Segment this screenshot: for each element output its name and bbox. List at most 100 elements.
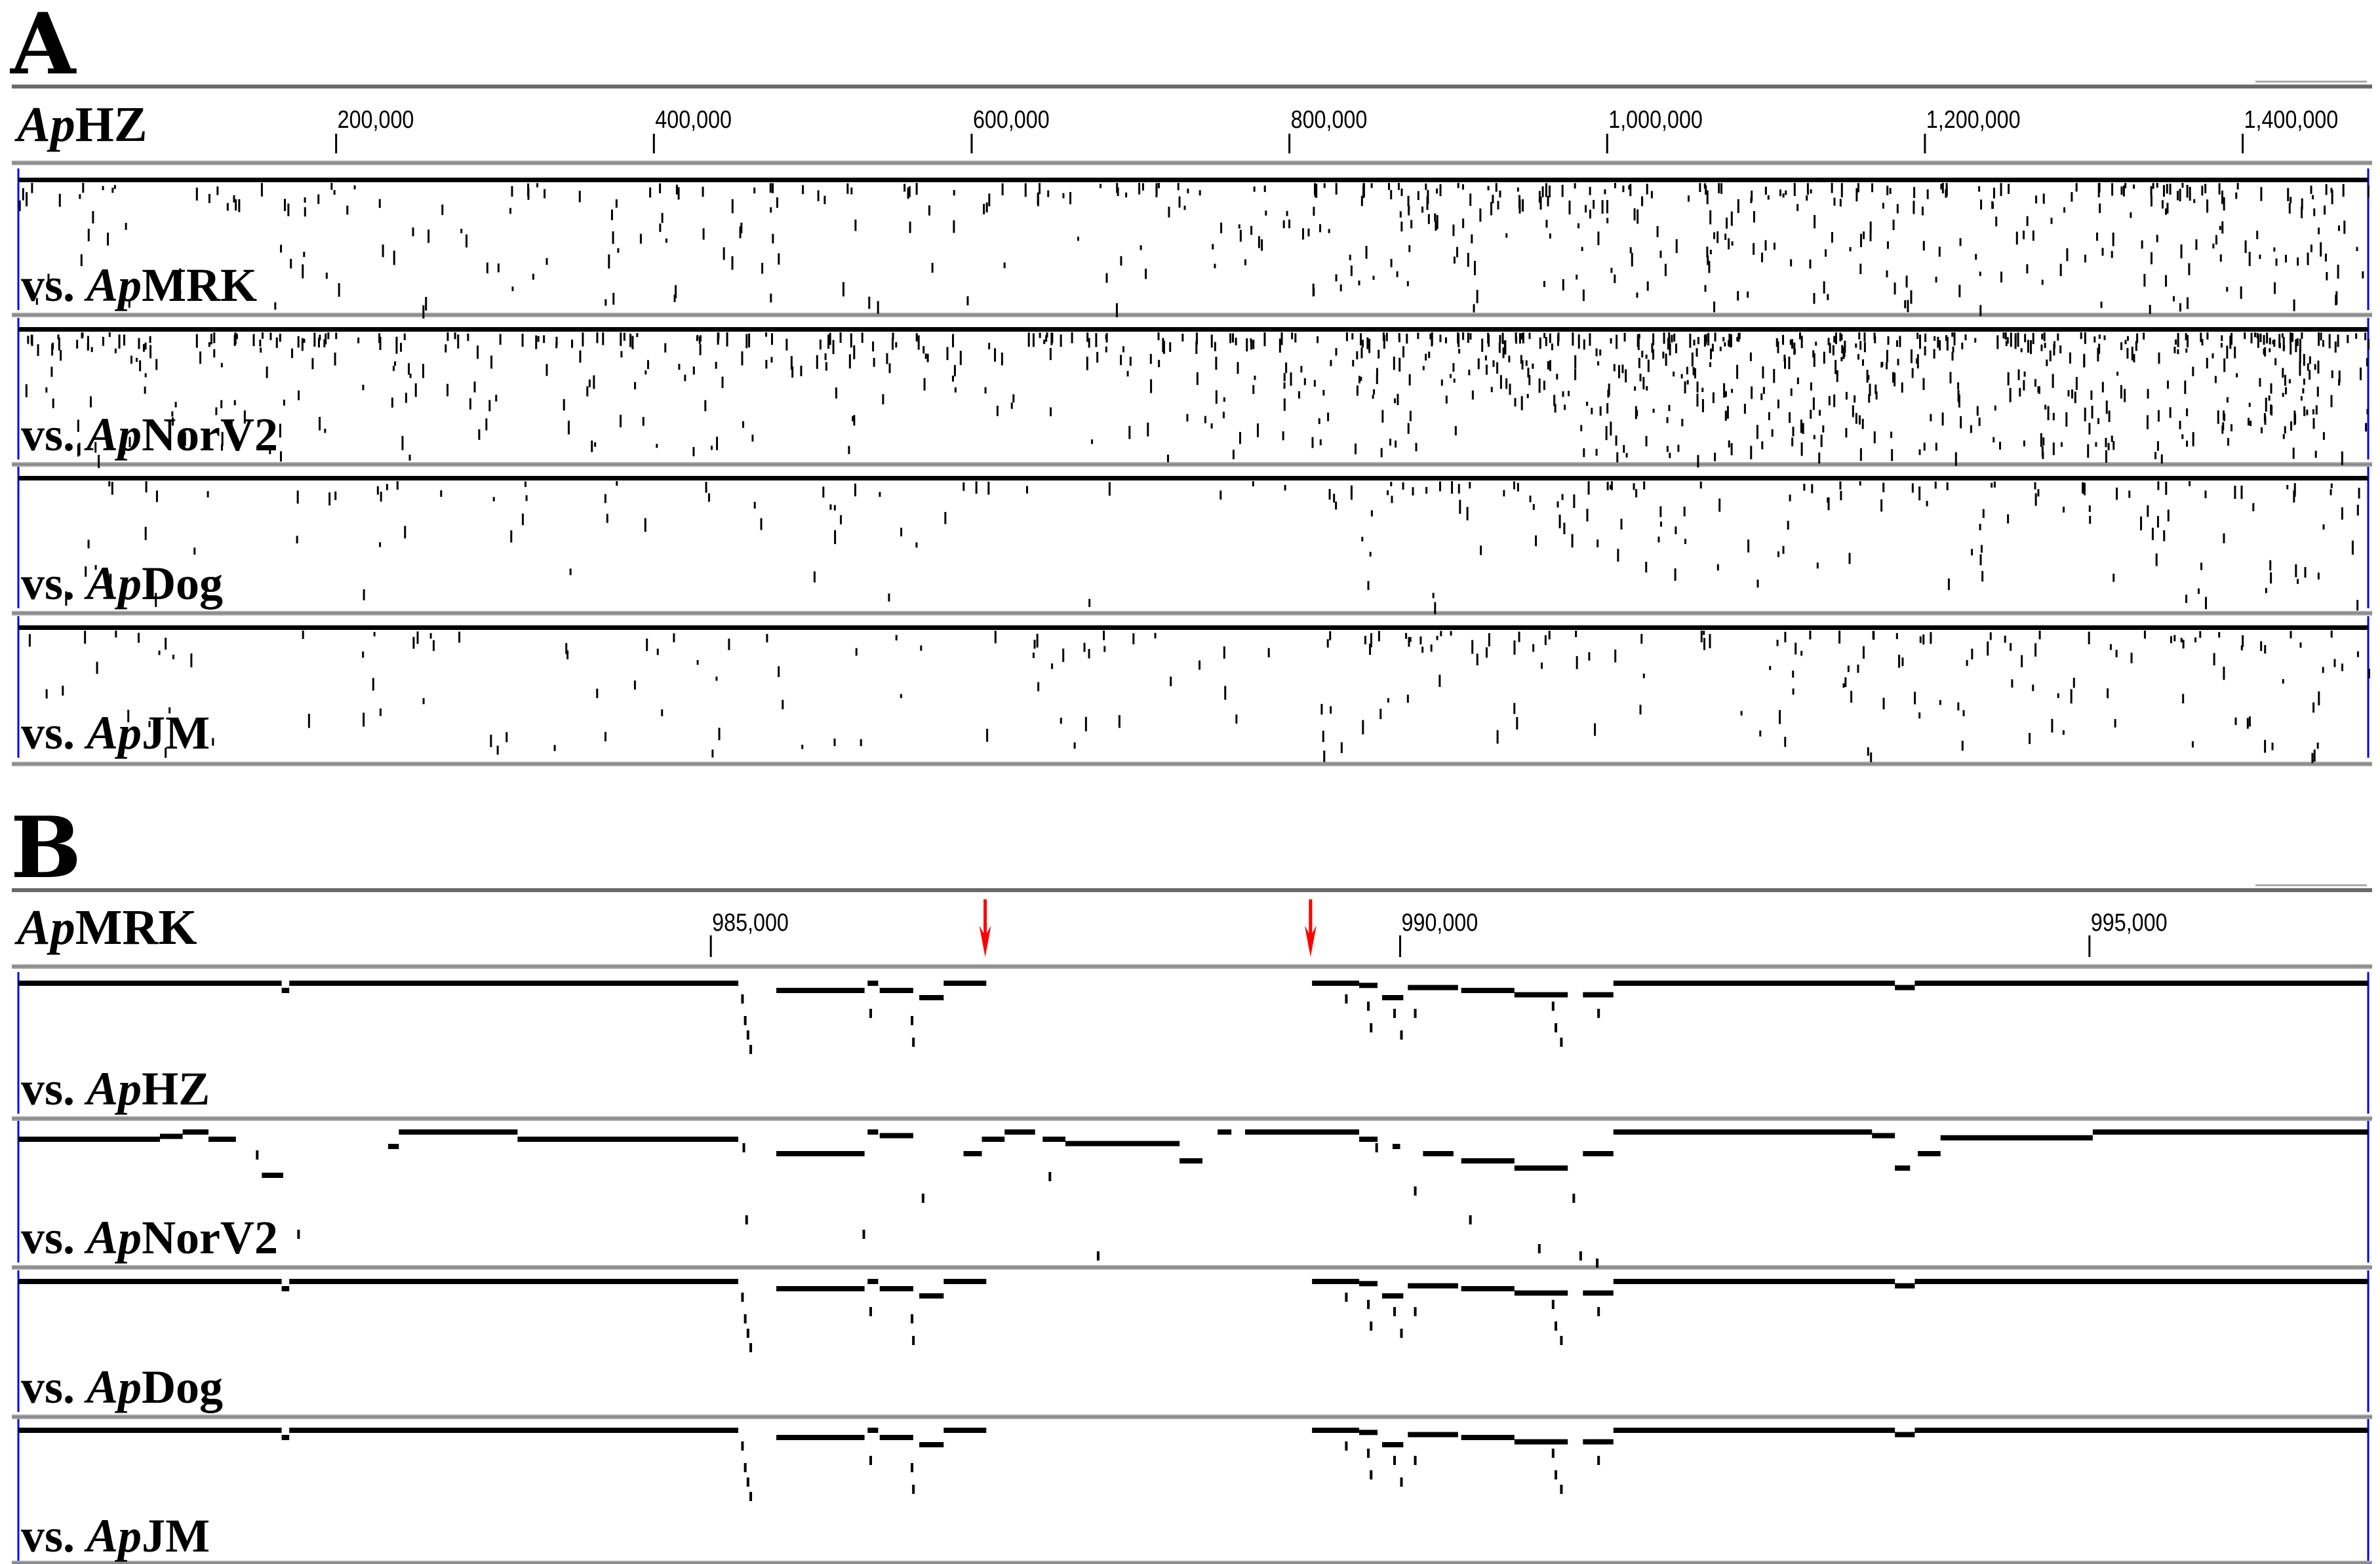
variant-mark xyxy=(1360,195,1363,206)
variant-mark xyxy=(2315,405,2318,415)
variant-mark xyxy=(1767,195,1770,200)
variant-mark xyxy=(2356,651,2359,657)
variant-mark xyxy=(2088,423,2091,435)
variant-mark xyxy=(125,223,127,230)
variant-mark xyxy=(2325,184,2328,195)
variant-mark xyxy=(1859,448,1862,461)
variant-mark xyxy=(2256,231,2259,239)
variant-mark xyxy=(2314,450,2317,458)
variant-mark xyxy=(1323,183,1326,188)
variant-mark xyxy=(195,334,198,348)
ruler-tick-label: 1,400,000 xyxy=(2244,106,2339,134)
variant-mark xyxy=(644,518,646,532)
variant-mark xyxy=(1490,202,1493,216)
variant-mark xyxy=(535,335,538,349)
variant-mark xyxy=(2269,338,2271,345)
variant-mark xyxy=(1894,372,1896,387)
variant-mark xyxy=(1620,518,1623,530)
variant-mark xyxy=(144,386,146,394)
variant-mark xyxy=(931,263,934,273)
variant-mark xyxy=(922,346,925,354)
variant-mark xyxy=(1982,509,1985,518)
variant-mark xyxy=(1032,333,1035,347)
variant-mark xyxy=(953,364,956,377)
variant-mark xyxy=(1520,355,1522,364)
variant-mark xyxy=(2046,359,2048,366)
variant-mark xyxy=(1049,347,1052,361)
variant-mark xyxy=(2272,340,2274,345)
variant-mark xyxy=(966,296,969,305)
variant-mark xyxy=(1001,352,1003,366)
variant-mark xyxy=(334,491,337,500)
variant-mark xyxy=(60,349,62,361)
variant-mark xyxy=(593,375,595,389)
variant-mark xyxy=(1818,410,1821,416)
variant-mark xyxy=(1128,425,1131,439)
variant-mark xyxy=(1469,1215,1472,1224)
variant-mark xyxy=(275,337,278,348)
variant-mark xyxy=(2130,652,2133,663)
variant-mark xyxy=(2051,718,2053,733)
variant-mark xyxy=(1452,363,1455,372)
variant-mark xyxy=(1825,249,1827,257)
variant-mark xyxy=(1743,403,1746,414)
variant-mark xyxy=(1790,388,1793,396)
variant-mark xyxy=(770,207,772,213)
variant-mark xyxy=(1831,183,1833,193)
variant-mark xyxy=(1562,279,1564,291)
variant-mark xyxy=(1168,206,1170,218)
variant-mark xyxy=(1560,1336,1563,1345)
alignment-block xyxy=(943,1279,987,1284)
variant-mark xyxy=(1301,228,1304,240)
variant-mark xyxy=(1961,342,1964,349)
variant-mark xyxy=(1827,294,1829,300)
variant-mark xyxy=(1614,274,1616,283)
variant-mark xyxy=(1001,183,1004,196)
variant-mark xyxy=(1869,221,1872,234)
variant-mark xyxy=(1840,334,1843,340)
variant-mark xyxy=(731,256,734,270)
alignment-block xyxy=(1042,1137,1065,1142)
variant-mark xyxy=(2166,380,2169,389)
variant-mark xyxy=(1376,368,1378,377)
variant-mark xyxy=(279,451,282,462)
variant-mark xyxy=(2266,332,2269,343)
variant-mark xyxy=(1400,1477,1403,1487)
variant-mark xyxy=(1858,332,1861,340)
variant-mark xyxy=(1393,1009,1396,1018)
variant-mark xyxy=(1261,239,1263,251)
variant-mark xyxy=(1244,259,1246,265)
variant-mark xyxy=(266,366,268,378)
variant-mark xyxy=(1103,646,1106,652)
variant-mark xyxy=(22,188,24,201)
variant-mark xyxy=(944,512,947,524)
variant-mark xyxy=(2023,380,2025,391)
variant-mark xyxy=(895,635,898,641)
variant-mark xyxy=(1396,271,1398,277)
variant-mark xyxy=(1945,335,1948,341)
variant-mark xyxy=(2080,332,2082,340)
variant-mark xyxy=(1636,209,1639,224)
variant-mark xyxy=(1103,631,1105,640)
variant-mark xyxy=(678,364,681,370)
variant-mark xyxy=(432,640,435,652)
variant-mark xyxy=(213,332,216,343)
variant-mark xyxy=(2143,332,2145,340)
variant-mark xyxy=(1849,246,1852,252)
variant-mark xyxy=(260,347,262,353)
variant-mark xyxy=(1616,452,1619,463)
variant-mark xyxy=(1939,700,1941,705)
variant-mark xyxy=(2130,212,2132,218)
variant-mark xyxy=(2156,516,2159,528)
variant-mark xyxy=(1811,484,1814,494)
alignment-block xyxy=(1408,985,1458,990)
variant-mark xyxy=(1910,349,1913,364)
variant-mark xyxy=(1150,379,1153,393)
variant-mark xyxy=(1914,692,1916,705)
variant-mark xyxy=(645,370,647,375)
variant-mark xyxy=(1469,482,1471,489)
variant-mark xyxy=(677,187,680,200)
variant-mark xyxy=(1033,640,1036,649)
variant-mark xyxy=(1684,381,1686,394)
variant-mark xyxy=(252,334,255,347)
